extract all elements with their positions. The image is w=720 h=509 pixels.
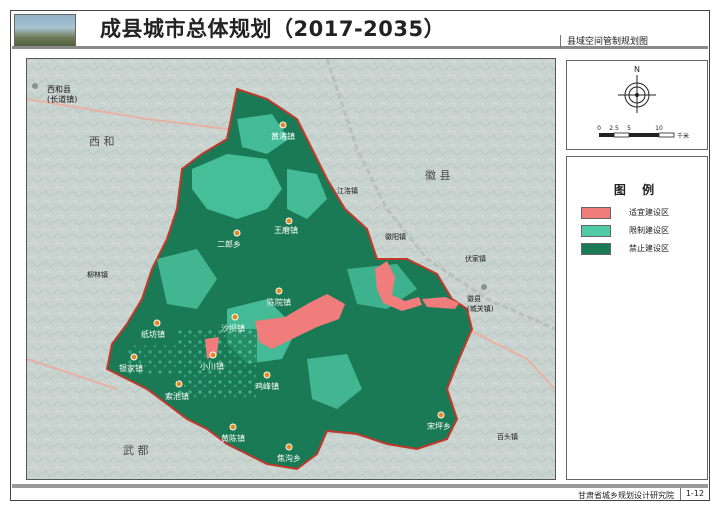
scale-tick: 0 bbox=[597, 125, 601, 132]
page-title: 成县城市总体规划（2017-2035） bbox=[100, 17, 446, 41]
label-wangmo: 王磨镇 bbox=[274, 225, 298, 235]
label-baishi: 百头镇 bbox=[497, 432, 518, 441]
label-shaba: 沙坝镇 bbox=[221, 323, 245, 333]
compass-rose: N 0 2.5 5 10 千米 bbox=[597, 65, 689, 140]
label-jiaolu: 焦沟乡 bbox=[277, 453, 301, 463]
label-erlang: 二郎乡 bbox=[217, 239, 241, 249]
label-fangcheng: 伏家镇 bbox=[465, 254, 486, 263]
label-hui: 徽 县 bbox=[425, 168, 451, 182]
scale-tick: 5 bbox=[627, 125, 631, 132]
legend-label: 限制建设区 bbox=[629, 226, 669, 235]
label-jijian: 鸡峰镇 bbox=[255, 381, 279, 391]
footer-page-number: 1-12 bbox=[680, 488, 709, 500]
label-yinjia: 银家镇 bbox=[119, 363, 143, 373]
compass-north-label: N bbox=[634, 65, 640, 74]
legend-swatch bbox=[581, 243, 611, 255]
label-chengguan: (城关镇) bbox=[467, 304, 494, 313]
map-subtitle: 县域空间管制规划图 bbox=[560, 35, 715, 49]
label-xiaochuan: 小川镇 bbox=[200, 361, 224, 371]
legend-label: 适宜建设区 bbox=[629, 208, 669, 217]
legend-title: 图 例 bbox=[613, 183, 661, 197]
label-xihe-town: (长道镇) bbox=[47, 94, 77, 104]
label-huangzhu: 黄渚镇 bbox=[271, 131, 295, 141]
footer-divider bbox=[12, 484, 708, 488]
legend-swatch bbox=[581, 225, 611, 237]
legend-item-suitable: 适宜建设区 bbox=[581, 207, 701, 219]
scale-unit: 千米 bbox=[677, 132, 689, 140]
label-jiangluo: 江洛镇 bbox=[337, 186, 358, 195]
scale-tick: 2.5 bbox=[609, 125, 619, 132]
legend-swatch bbox=[581, 207, 611, 219]
label-huixian-city: 徽县 bbox=[467, 294, 481, 303]
header-photo bbox=[14, 14, 76, 48]
label-bapan: 陈院镇 bbox=[267, 297, 291, 307]
scale-tick: 10 bbox=[655, 125, 663, 132]
legend-label: 禁止建设区 bbox=[629, 244, 669, 253]
compass-scale-box: N 0 2.5 5 10 千米 bbox=[566, 60, 708, 150]
map-canvas: 西和县 (长道镇) 西 和 徽 县 武 都 黄渚镇 王磨镇 二郎乡 江洛镇 徽阳… bbox=[27, 59, 555, 479]
label-xihe: 西 和 bbox=[89, 135, 115, 148]
label-songping: 宋坪乡 bbox=[427, 421, 451, 431]
label-zhidian: 纸坊镇 bbox=[141, 329, 165, 339]
footer-organization: 甘肃省城乡规划设计研究院 bbox=[578, 491, 674, 500]
label-suoyu: 索池镇 bbox=[165, 391, 189, 401]
scale-bar bbox=[599, 132, 675, 138]
label-xihe-county: 西和县 bbox=[47, 85, 71, 94]
legend-item-restricted: 限制建设区 bbox=[581, 225, 701, 237]
label-shaomu: 徽阳镇 bbox=[385, 232, 406, 241]
label-liushui: 柳林镇 bbox=[87, 270, 108, 279]
label-huangchen: 黄陈镇 bbox=[221, 433, 245, 443]
map-panel[interactable]: 西和县 (长道镇) 西 和 徽 县 武 都 黄渚镇 王磨镇 二郎乡 江洛镇 徽阳… bbox=[26, 58, 556, 480]
legend-item-prohibited: 禁止建设区 bbox=[581, 243, 701, 255]
label-wudu: 武 都 bbox=[123, 444, 149, 457]
legend: 图 例 适宜建设区 限制建设区 禁止建设区 bbox=[566, 156, 708, 480]
